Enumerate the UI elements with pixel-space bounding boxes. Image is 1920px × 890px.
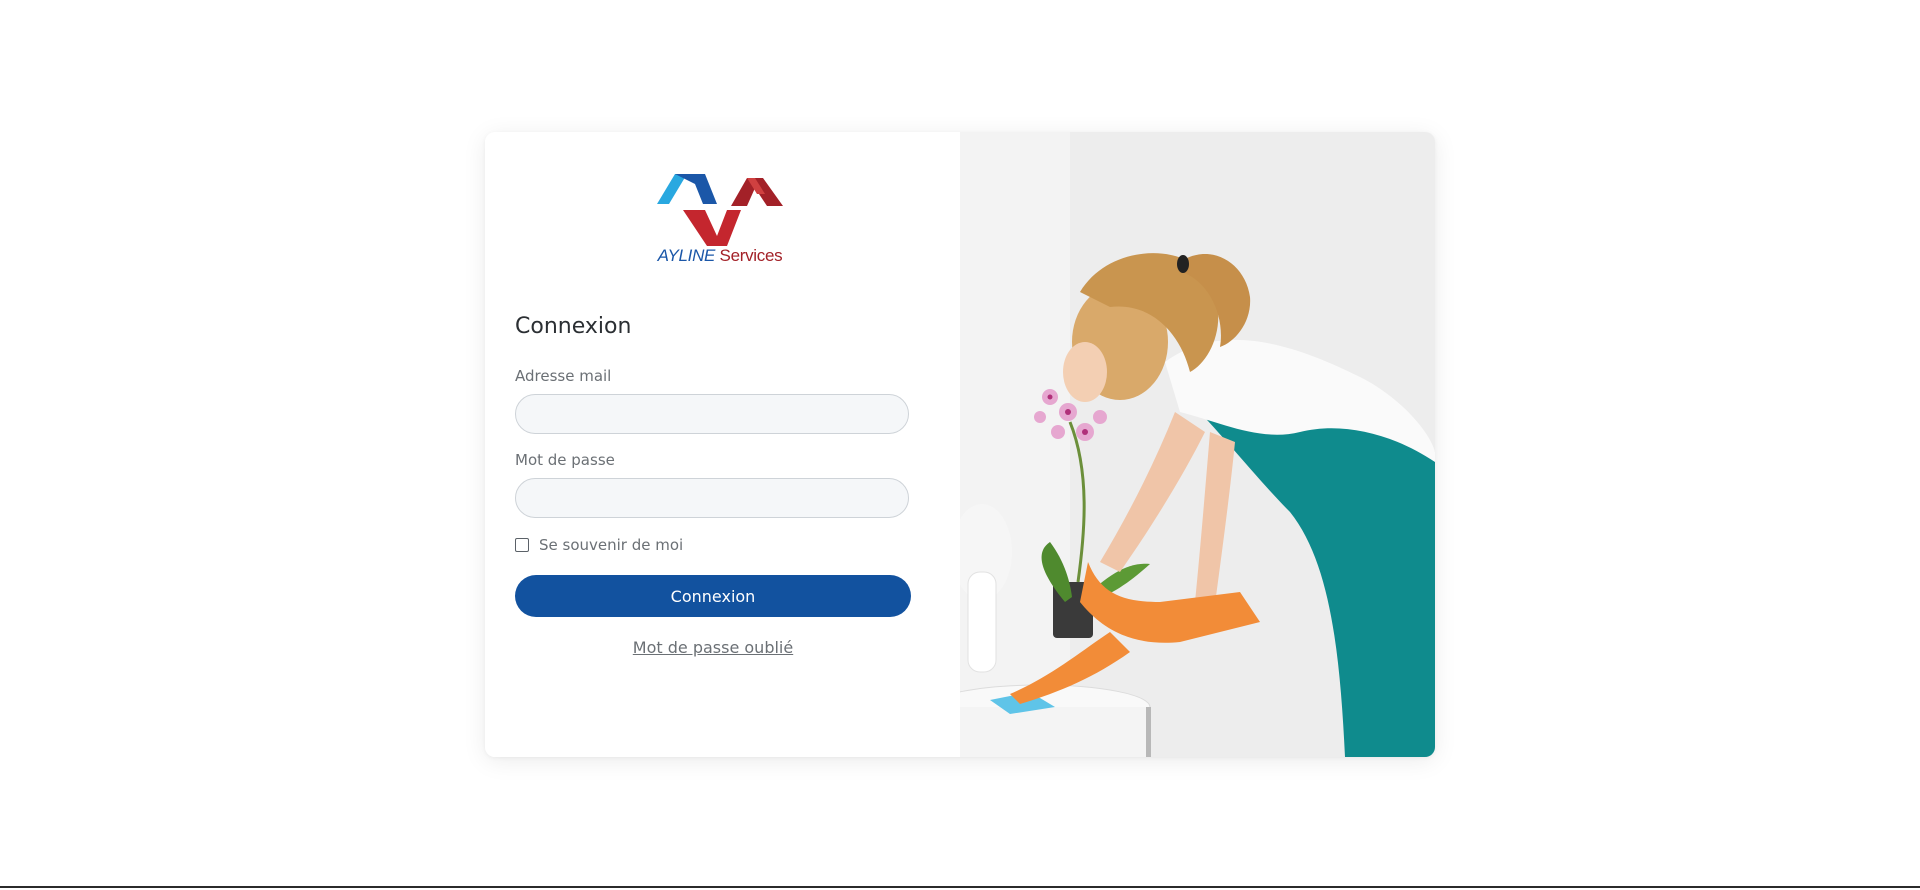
password-label: Mot de passe: [515, 451, 615, 469]
hero-image: [960, 132, 1435, 757]
logo-mark-icon: [657, 174, 783, 246]
logo-brand-text: AYLINE: [657, 246, 716, 265]
remember-me-label: Se souvenir de moi: [539, 536, 684, 554]
login-page: AYLINE Services Connexion Adresse mail M…: [0, 0, 1920, 888]
login-card: AYLINE Services Connexion Adresse mail M…: [485, 132, 1435, 757]
password-field[interactable]: [515, 478, 909, 518]
logo-wordmark: AYLINE Services: [655, 246, 785, 266]
email-field[interactable]: [515, 394, 909, 434]
forgot-password: Mot de passe oublié: [515, 638, 911, 657]
remember-me[interactable]: Se souvenir de moi: [515, 536, 683, 554]
login-title: Connexion: [515, 314, 632, 339]
cleaning-woman-photo-icon: [960, 132, 1435, 757]
forgot-password-link[interactable]: Mot de passe oublié: [633, 638, 793, 657]
remember-me-checkbox[interactable]: [515, 538, 529, 552]
company-logo: AYLINE Services: [655, 166, 785, 276]
email-label: Adresse mail: [515, 367, 612, 385]
bottom-divider: [0, 886, 1920, 888]
login-form-pane: AYLINE Services Connexion Adresse mail M…: [485, 132, 960, 757]
logo-services-text: Services: [719, 246, 783, 265]
login-button[interactable]: Connexion: [515, 575, 911, 617]
